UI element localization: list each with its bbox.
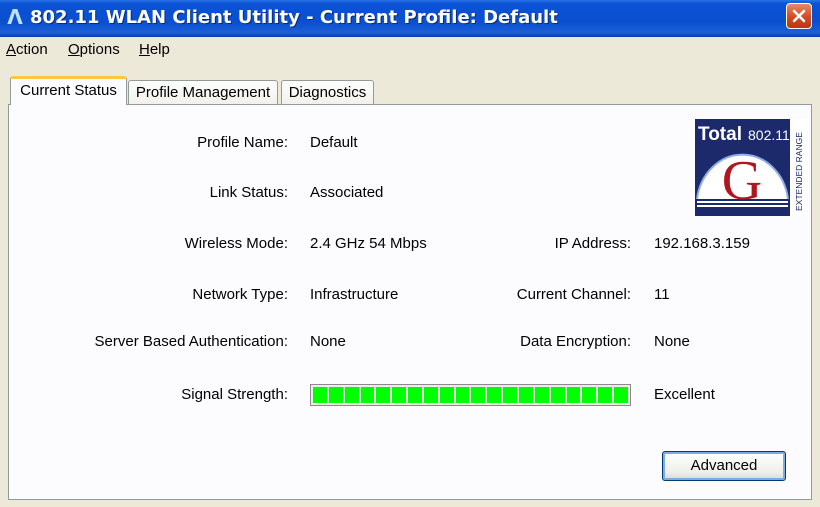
signal-segment xyxy=(582,387,597,403)
signal-strength-value: Excellent xyxy=(654,386,715,403)
profile-name-value: Default xyxy=(310,134,358,151)
data-encryption-value: None xyxy=(654,333,690,350)
current-channel-label: Current Channel: xyxy=(516,286,631,303)
title-bar[interactable]: Λ 802.11 WLAN Client Utility - Current P… xyxy=(0,0,820,37)
signal-segment xyxy=(455,387,470,403)
signal-segment xyxy=(313,387,327,403)
ip-address-value: 192.168.3.159 xyxy=(654,235,750,252)
signal-segment xyxy=(360,387,375,403)
close-icon xyxy=(792,9,806,23)
tab-diagnostics[interactable]: Diagnostics xyxy=(281,80,374,104)
signal-segment xyxy=(439,387,454,403)
signal-segment xyxy=(566,387,581,403)
signal-strength-bar xyxy=(310,384,631,406)
close-button[interactable] xyxy=(786,3,812,29)
signal-segment xyxy=(376,387,391,403)
signal-segment xyxy=(534,387,549,403)
signal-segment xyxy=(598,387,613,403)
link-status-value: Associated xyxy=(310,184,384,201)
signal-segment xyxy=(614,387,628,403)
signal-segment xyxy=(518,387,533,403)
current-channel-value: 11 xyxy=(654,286,670,303)
total-80211g-logo: Total 802.11 G EXTENDED RANGE xyxy=(695,119,807,216)
profile-name-label: Profile Name: xyxy=(197,134,288,151)
window-title: 802.11 WLAN Client Utility - Current Pro… xyxy=(30,7,558,28)
signal-segment xyxy=(487,387,502,403)
menu-bar: Action Options Help xyxy=(0,37,820,63)
menu-help[interactable]: Help xyxy=(139,41,170,58)
app-icon: Λ xyxy=(7,5,23,29)
signal-segment xyxy=(550,387,565,403)
link-status-label: Link Status: xyxy=(209,184,288,201)
signal-strength-label: Signal Strength: xyxy=(181,386,288,403)
wireless-mode-label: Wireless Mode: xyxy=(184,235,288,252)
logo-side-text: EXTENDED RANGE xyxy=(794,132,804,211)
wireless-mode-value: 2.4 GHz 54 Mbps xyxy=(310,235,427,252)
menu-action[interactable]: Action xyxy=(6,41,48,58)
signal-segment xyxy=(328,387,343,403)
tab-current-status[interactable]: Current Status xyxy=(10,76,127,105)
signal-segment xyxy=(392,387,407,403)
logo-top-text: Total xyxy=(698,124,742,145)
ip-address-label: IP Address: xyxy=(554,235,631,252)
signal-segment xyxy=(408,387,422,403)
signal-segment xyxy=(423,387,438,403)
tab-profile-management[interactable]: Profile Management xyxy=(128,80,278,104)
network-type-label: Network Type: xyxy=(192,286,288,303)
network-type-value: Infrastructure xyxy=(310,286,399,303)
server-auth-value: None xyxy=(310,333,346,350)
menu-options[interactable]: Options xyxy=(68,41,120,58)
signal-segment xyxy=(503,387,517,403)
advanced-button[interactable]: Advanced xyxy=(662,451,786,481)
data-encryption-label: Data Encryption: xyxy=(520,333,631,350)
signal-segment xyxy=(344,387,359,403)
signal-segment xyxy=(471,387,486,403)
logo-top-number: 802.11 xyxy=(748,127,790,143)
server-auth-label: Server Based Authentication: xyxy=(94,333,288,350)
current-status-panel xyxy=(8,104,812,500)
logo-letter: G xyxy=(722,150,762,212)
